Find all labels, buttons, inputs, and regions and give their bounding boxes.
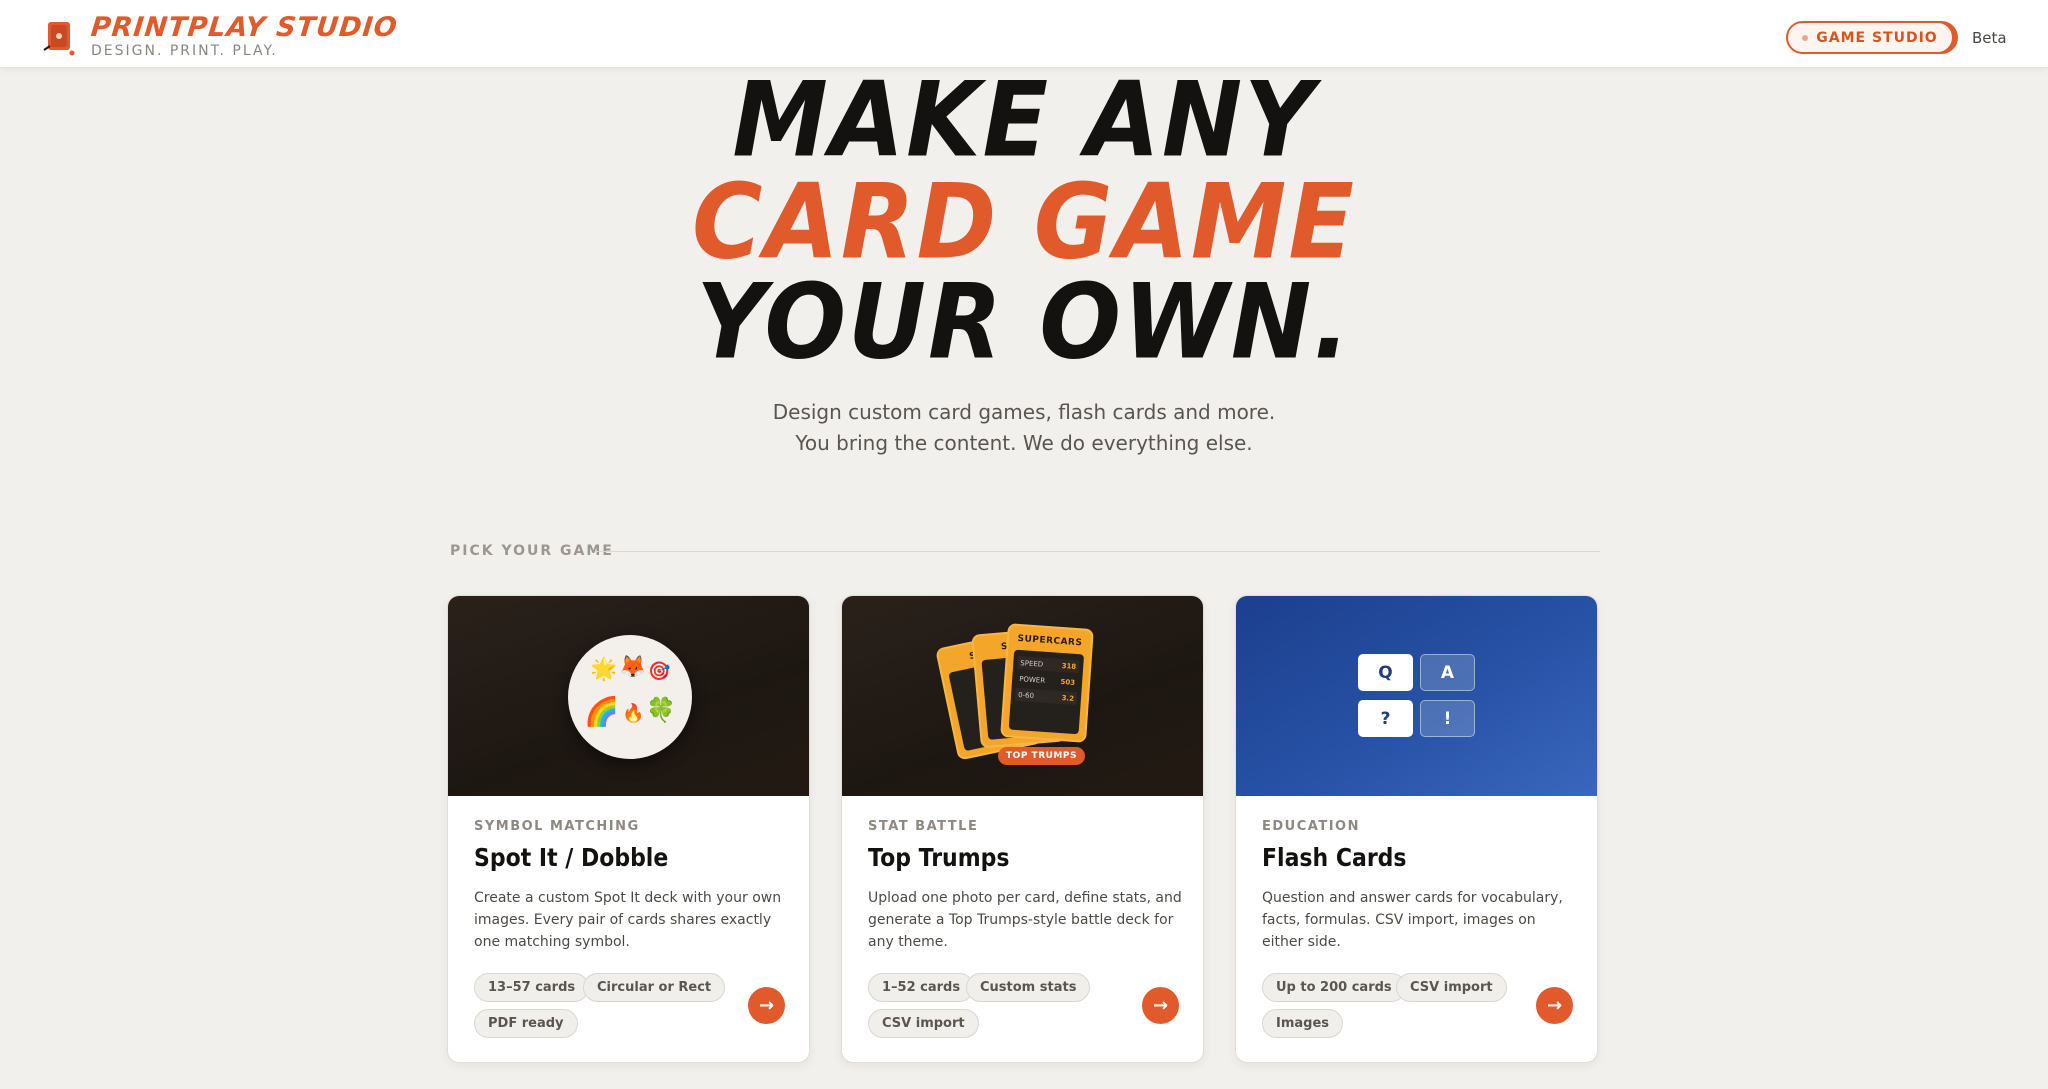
hero-line-2: CARD GAME	[692, 161, 1356, 283]
hero-subtitle-line-2: You bring the content. We do everything …	[795, 431, 1253, 455]
game-studio-button[interactable]: GAME STUDIO	[1786, 21, 1954, 54]
open-spot-it-button[interactable]: →	[748, 987, 785, 1024]
stat-label: SPEED	[1020, 658, 1044, 669]
stat-label: 0-60	[1017, 690, 1035, 700]
stat-row: 0-60 3.2	[1014, 687, 1078, 706]
star-icon: 🌟	[590, 657, 618, 682]
feature-chip: CSV import	[868, 1009, 979, 1038]
game-card-spot-it[interactable]: 🌟 🦊 🎯 🌈 🔥 🍀 SYMBOL MATCHING Spot It / Do…	[447, 595, 810, 1063]
trump-card-title: SUPERCARS	[1017, 633, 1083, 649]
brand-tagline: DESIGN. PRINT. PLAY.	[91, 43, 278, 59]
feature-chip: Circular or Rect	[583, 973, 726, 1002]
answer-tile: A	[1420, 654, 1475, 691]
feature-chip: 13–57 cards	[474, 973, 590, 1002]
hero-line-1: MAKE ANY	[732, 59, 1316, 181]
arrow-right-icon: →	[758, 995, 775, 1016]
trump-card-front: SUPERCARS SPEED 318 POWER 503 0-60 3.2	[1000, 623, 1094, 743]
symbol-disc: 🌟 🦊 🎯 🌈 🔥 🍀	[568, 635, 692, 759]
stat-value: 3.2	[1061, 693, 1075, 703]
game-card-flash-cards[interactable]: Q A ? ! EDUCATION Flash Cards Question a…	[1235, 595, 1598, 1063]
target-icon: 🎯	[648, 661, 671, 682]
card-category: EDUCATION	[1262, 819, 1360, 834]
fire-icon: 🔥	[622, 703, 645, 724]
arrow-right-icon: →	[1152, 995, 1169, 1016]
stat-label: POWER	[1018, 674, 1046, 685]
clover-icon: 🍀	[646, 696, 676, 724]
hero-subtitle-line-1: Design custom card games, flash cards an…	[772, 400, 1276, 424]
section-divider	[595, 551, 1600, 552]
feature-chip: Up to 200 cards	[1262, 973, 1406, 1002]
card-description: Upload one photo per card, define stats,…	[868, 890, 1182, 950]
feature-chip: Images	[1262, 1009, 1344, 1038]
feature-chip: CSV import	[1396, 973, 1507, 1002]
status-dot-icon	[1802, 34, 1809, 41]
feature-chip: Custom stats	[966, 973, 1091, 1002]
card-title: Top Trumps	[868, 843, 1010, 872]
beta-label: Beta	[1972, 29, 2007, 47]
feature-chip: PDF ready	[474, 1009, 578, 1038]
spot-it-artwork: 🌟 🦊 🎯 🌈 🔥 🍀	[448, 596, 809, 796]
section-label: PICK YOUR GAME	[450, 543, 614, 559]
top-trumps-badge: TOP TRUMPS	[998, 747, 1085, 765]
open-top-trumps-button[interactable]: →	[1142, 987, 1179, 1024]
stat-row: POWER 503	[1016, 672, 1079, 689]
question-tile: Q	[1358, 654, 1413, 691]
stat-value: 503	[1060, 677, 1076, 687]
top-nav-bar: PRINTPLAY STUDIO DESIGN. PRINT. PLAY. GA…	[0, 0, 2048, 68]
open-flash-cards-button[interactable]: →	[1536, 987, 1573, 1024]
game-card-top-trumps[interactable]: SUP SUPE SUPERCARS SPEED 318 POWER 503 0…	[841, 595, 1204, 1063]
feature-chip: 1–52 cards	[868, 973, 975, 1002]
exclamation-tile: !	[1420, 700, 1475, 737]
card-title: Flash Cards	[1262, 843, 1407, 872]
card-description: Question and answer cards for vocabulary…	[1262, 890, 1563, 950]
brand-name[interactable]: PRINTPLAY STUDIO	[89, 12, 399, 43]
flash-cards-artwork: Q A ? !	[1236, 596, 1597, 796]
card-category: SYMBOL MATCHING	[474, 819, 640, 834]
stat-value: 318	[1061, 661, 1077, 671]
card-category: STAT BATTLE	[868, 819, 979, 834]
trump-card-stats: SPEED 318 POWER 503 0-60 3.2	[1008, 649, 1085, 735]
hero-line-3: YOUR OWN.	[696, 261, 1352, 383]
card-title: Spot It / Dobble	[474, 843, 669, 872]
card-description: Create a custom Spot It deck with your o…	[474, 890, 782, 950]
question-mark-tile: ?	[1358, 700, 1413, 737]
logo-icon[interactable]	[42, 20, 76, 56]
top-trumps-artwork: SUP SUPE SUPERCARS SPEED 318 POWER 503 0…	[842, 596, 1203, 796]
stat-row: SPEED 318	[1016, 655, 1080, 674]
rainbow-icon: 🌈	[584, 695, 619, 728]
game-studio-label: GAME STUDIO	[1816, 29, 1938, 46]
fox-icon: 🦊	[619, 655, 647, 680]
arrow-right-icon: →	[1546, 995, 1563, 1016]
